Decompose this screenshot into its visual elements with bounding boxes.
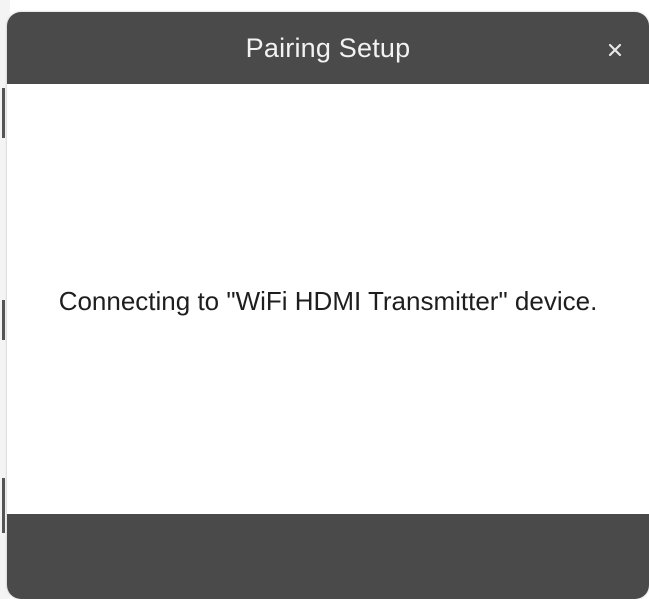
dialog-header: Pairing Setup [7, 12, 649, 84]
background-mark [2, 88, 5, 138]
pairing-setup-dialog: Pairing Setup Connecting to "WiFi HDMI T… [7, 12, 649, 599]
close-button[interactable] [601, 36, 629, 64]
dialog-title: Pairing Setup [245, 33, 411, 63]
close-icon [608, 43, 622, 57]
connection-status-message: Connecting to "WiFi HDMI Transmitter" de… [58, 286, 598, 316]
background-mark [2, 300, 5, 340]
dialog-footer [7, 514, 649, 599]
background-mark [2, 478, 5, 533]
dialog-body: Connecting to "WiFi HDMI Transmitter" de… [7, 84, 649, 514]
